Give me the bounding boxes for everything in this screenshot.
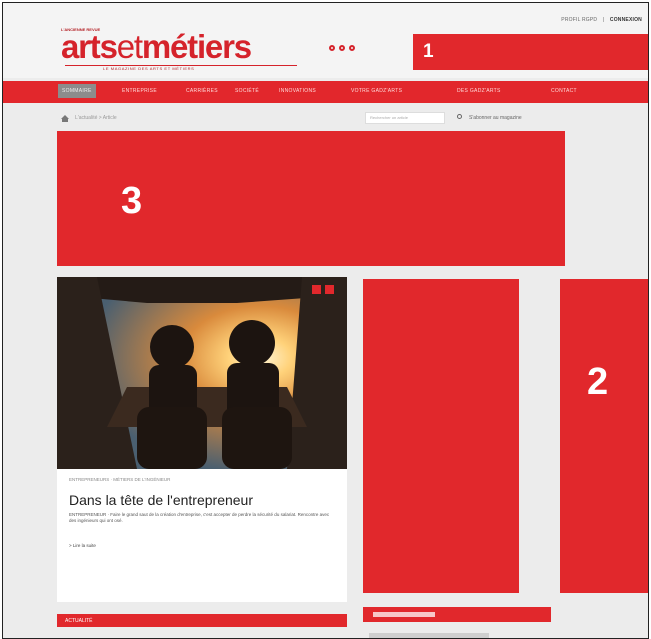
social-icons	[329, 45, 355, 51]
featured-article[interactable]: ENTREPRENEURS · MÉTIERS DE L'INGÉNIEUR D…	[57, 277, 347, 602]
main-nav: SOMMAIRE ENTREPRISE CARRIÈRES SOCIÉTÉ IN…	[3, 81, 648, 103]
breadcrumb[interactable]: L'actualité > Article	[75, 115, 117, 121]
article-description: ENTREPRENEUR · Faire le grand saut de la…	[69, 512, 330, 523]
cockpit-photo	[57, 277, 347, 469]
subscribe-link[interactable]: S'abonner au magazine	[469, 115, 522, 121]
search-input[interactable]: Rechercher un article	[365, 112, 445, 124]
top-link-profile[interactable]: PROFIL RGPD	[561, 17, 597, 23]
ad-banner-2[interactable]: 2	[560, 279, 648, 593]
linkedin-icon[interactable]	[349, 45, 355, 51]
actualite-label: ACTUALITÉ	[65, 618, 93, 624]
article-title[interactable]: Dans la tête de l'entrepreneur	[69, 492, 253, 508]
photo-badge-left	[312, 285, 321, 294]
logo-text-metiers: métiers	[141, 28, 252, 65]
ad-banner-3[interactable]: 3	[57, 131, 565, 266]
nav-item-des-gadzarts[interactable]: DES GADZ'ARTS	[457, 88, 501, 94]
logo-tagline: LE MAGAZINE DES ARTS ET MÉTIERS	[103, 66, 195, 71]
sidebar-widget-title	[373, 612, 435, 617]
read-more-link[interactable]: > Lire la suite	[69, 543, 96, 548]
top-link-login[interactable]: CONNEXION	[610, 17, 642, 23]
site-logo[interactable]: artsetmétiers	[61, 28, 252, 65]
nav-item-innovations[interactable]: INNOVATIONS	[279, 88, 316, 94]
nav-item-votre-gadzarts[interactable]: VOTRE GADZ'ARTS	[351, 88, 402, 94]
facebook-icon[interactable]	[329, 45, 335, 51]
top-links: PROFIL RGPD | CONNEXION	[561, 17, 642, 23]
sidebar-widget-content	[369, 633, 489, 638]
nav-item-entreprise[interactable]: ENTREPRISE	[122, 88, 157, 94]
photo-badge-right	[325, 285, 334, 294]
breadcrumb-bar: L'actualité > Article Rechercher un arti…	[3, 111, 648, 127]
nav-item-sommaire[interactable]: SOMMAIRE	[58, 84, 96, 98]
nav-item-contact[interactable]: CONTACT	[551, 88, 577, 94]
page-frame: PROFIL RGPD | CONNEXION L'ANCIENNE REVUE…	[2, 2, 649, 639]
site-header: PROFIL RGPD | CONNEXION L'ANCIENNE REVUE…	[3, 3, 648, 78]
search-icon[interactable]	[457, 114, 462, 119]
article-category[interactable]: ENTREPRENEURS · MÉTIERS DE L'INGÉNIEUR	[69, 477, 170, 482]
logo-text-et: et	[116, 28, 143, 65]
ad-banner-3-label: 3	[121, 180, 143, 222]
actualite-section-header[interactable]: ACTUALITÉ	[57, 614, 347, 627]
featured-article-image[interactable]	[57, 277, 347, 469]
ad-banner-1-label: 1	[423, 41, 434, 62]
logo-text-arts: arts	[61, 28, 118, 65]
ad-banner-2-label: 2	[587, 361, 609, 403]
search-placeholder: Rechercher un article	[370, 115, 409, 120]
ad-banner-1[interactable]: 1	[413, 34, 648, 70]
nav-item-carrieres[interactable]: CARRIÈRES	[186, 88, 218, 94]
home-icon[interactable]	[61, 115, 69, 122]
nav-item-societe[interactable]: SOCIÉTÉ	[235, 88, 259, 94]
ad-skyscraper-left[interactable]	[363, 279, 519, 593]
twitter-icon[interactable]	[339, 45, 345, 51]
sidebar-widget-header[interactable]	[363, 607, 551, 622]
